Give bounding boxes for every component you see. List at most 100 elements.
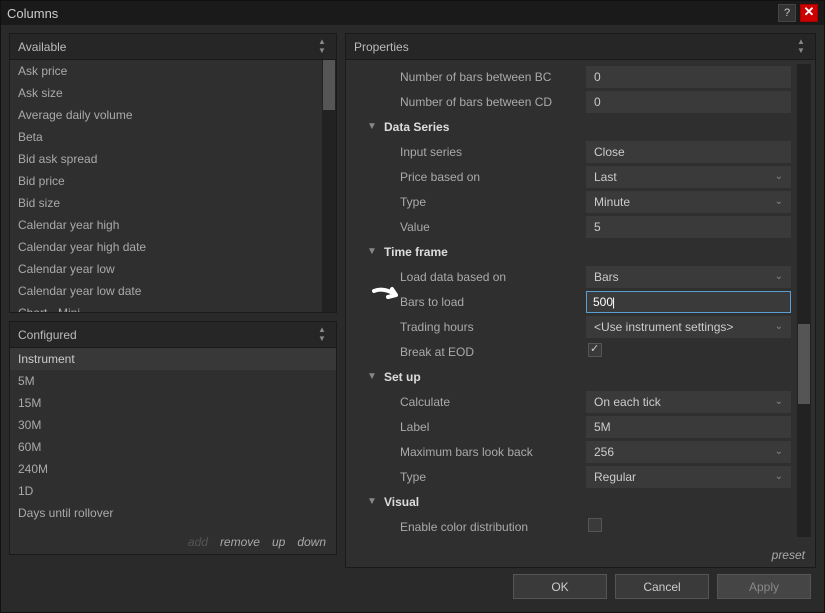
property-value-select[interactable]: Bars⌄ [586, 266, 791, 288]
remove-link[interactable]: remove [220, 535, 260, 549]
help-button[interactable]: ? [778, 4, 796, 22]
property-row: Number of bars between BC0 [346, 64, 815, 89]
down-link[interactable]: down [297, 535, 326, 549]
chevron-down-icon: ⌄ [775, 271, 783, 282]
available-item[interactable]: Calendar year low [10, 258, 322, 280]
property-row: Input seriesClose [346, 139, 815, 164]
available-item[interactable]: Beta [10, 126, 322, 148]
available-item[interactable]: Bid ask spread [10, 148, 322, 170]
add-link[interactable]: add [188, 535, 208, 549]
group-label: Visual [380, 495, 419, 509]
group-label: Data Series [380, 120, 449, 134]
property-group: ▼Time frame [346, 239, 815, 264]
chevron-down-icon[interactable]: ▼ [364, 371, 380, 382]
configured-item[interactable]: 5M [10, 370, 336, 392]
property-value-checkbox[interactable] [588, 343, 602, 357]
window-title: Columns [7, 6, 58, 21]
configured-item[interactable]: Days until rollover [10, 502, 336, 524]
ok-button[interactable]: OK [513, 574, 607, 599]
property-value-select[interactable]: On each tick⌄ [586, 391, 791, 413]
preset-link[interactable]: preset [772, 548, 805, 562]
available-item[interactable]: Calendar year high date [10, 236, 322, 258]
properties-scrollbar[interactable] [797, 64, 811, 537]
available-item[interactable]: Bid price [10, 170, 322, 192]
available-scrollbar-thumb[interactable] [323, 60, 335, 110]
properties-scroll-down-icon[interactable]: ▼ [795, 47, 807, 56]
chevron-down-icon[interactable]: ▼ [364, 246, 380, 257]
property-value-input[interactable]: 500| [586, 291, 791, 313]
configured-instrument-row[interactable]: Instrument [10, 348, 336, 370]
up-link[interactable]: up [272, 535, 285, 549]
property-row: CalculateOn each tick⌄ [346, 389, 815, 414]
property-value-text[interactable]: Close [586, 141, 791, 163]
property-value-select[interactable]: Minute⌄ [586, 191, 791, 213]
chevron-down-icon[interactable]: ▼ [364, 496, 380, 507]
available-scroll-down-icon[interactable]: ▼ [316, 47, 328, 56]
property-row: Bars to load500| [346, 289, 815, 314]
property-row: Load data based onBars⌄ [346, 264, 815, 289]
property-label: Input series [396, 145, 586, 159]
property-label: Bars to load [396, 295, 586, 309]
columns-dialog: Columns ? ✕ Available ▲ ▼ Ask priceAsk s… [0, 0, 825, 613]
property-value-select[interactable]: <Use instrument settings>⌄ [586, 316, 791, 338]
property-value-select[interactable]: Last⌄ [586, 166, 791, 188]
property-label: Type [396, 195, 586, 209]
property-row: Trading hours<Use instrument settings>⌄ [346, 314, 815, 339]
chevron-down-icon: ⌄ [775, 471, 783, 482]
available-header-label: Available [18, 40, 66, 54]
group-label: Set up [380, 370, 421, 384]
available-item[interactable]: Calendar year low date [10, 280, 322, 302]
group-label: Time frame [380, 245, 448, 259]
available-item[interactable]: Ask price [10, 60, 322, 82]
property-value-text[interactable]: 5M [586, 416, 791, 438]
property-label: Load data based on [396, 270, 586, 284]
configured-item[interactable]: 60M [10, 436, 336, 458]
configured-item[interactable]: 1D [10, 480, 336, 502]
property-label: Enable color distribution [396, 520, 586, 534]
configured-item[interactable]: 30M [10, 414, 336, 436]
property-value-text[interactable]: 5 [586, 216, 791, 238]
properties-footer: preset [346, 543, 815, 567]
property-row: Number of bars between CD0 [346, 89, 815, 114]
configured-item[interactable]: 240M [10, 458, 336, 480]
property-label: Number of bars between CD [396, 95, 586, 109]
available-item[interactable]: Bid size [10, 192, 322, 214]
chevron-down-icon: ⌄ [775, 171, 783, 182]
property-value-text[interactable]: 0 [586, 91, 791, 113]
property-row: TypeMinute⌄ [346, 189, 815, 214]
configured-scroll-down-icon[interactable]: ▼ [316, 335, 328, 344]
cancel-button[interactable]: Cancel [615, 574, 709, 599]
apply-button[interactable]: Apply [717, 574, 811, 599]
property-label: Value [396, 220, 586, 234]
available-panel: Available ▲ ▼ Ask priceAsk sizeAverage d… [9, 33, 337, 313]
property-value-text[interactable]: 0 [586, 66, 791, 88]
property-value-checkbox[interactable] [588, 518, 602, 532]
property-value-select[interactable]: Regular⌄ [586, 466, 791, 488]
available-item[interactable]: Calendar year high [10, 214, 322, 236]
available-item[interactable]: Chart - Mini [10, 302, 322, 312]
property-label: Calculate [396, 395, 586, 409]
available-item[interactable]: Average daily volume [10, 104, 322, 126]
property-label: Type [396, 470, 586, 484]
property-label: Break at EOD [396, 345, 586, 359]
configured-panel: Configured ▲ ▼ Instrument 5M15M30M60M240… [9, 321, 337, 555]
property-group: ▼Visual [346, 489, 815, 514]
chevron-down-icon: ⌄ [775, 321, 783, 332]
available-scrollbar[interactable] [322, 60, 336, 312]
property-group: ▼Data Series [346, 114, 815, 139]
property-row: TypeRegular⌄ [346, 464, 815, 489]
property-value-select[interactable]: 256⌄ [586, 441, 791, 463]
property-label: Number of bars between BC [396, 70, 586, 84]
property-row: Value5 [346, 214, 815, 239]
available-item[interactable]: Ask size [10, 82, 322, 104]
property-label: Price based on [396, 170, 586, 184]
titlebar: Columns ? ✕ [1, 1, 824, 25]
chevron-down-icon[interactable]: ▼ [364, 121, 380, 132]
properties-header-label: Properties [354, 40, 409, 54]
property-row: Enable color distribution [346, 514, 815, 539]
close-button[interactable]: ✕ [800, 4, 818, 22]
property-row: Price based onLast⌄ [346, 164, 815, 189]
available-header: Available ▲ ▼ [10, 34, 336, 60]
configured-item[interactable]: 15M [10, 392, 336, 414]
properties-scrollbar-thumb[interactable] [798, 324, 810, 404]
